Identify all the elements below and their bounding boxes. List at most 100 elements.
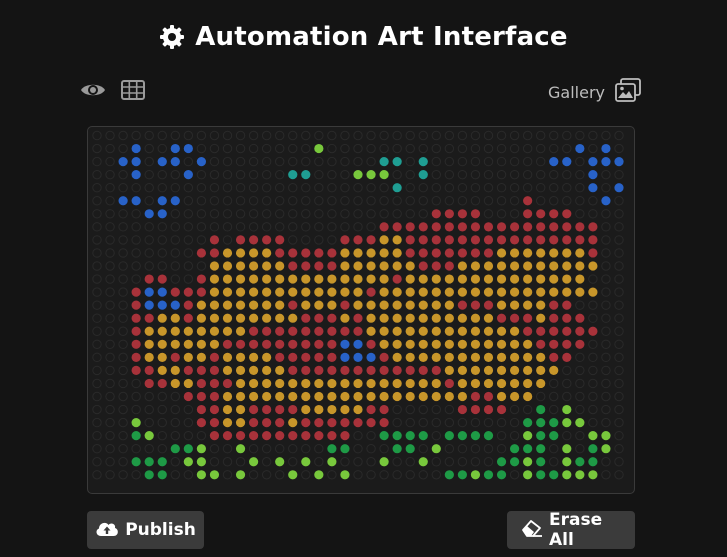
painted-cell[interactable]: [562, 339, 572, 349]
painted-cell[interactable]: [588, 470, 598, 480]
painted-cell[interactable]: [496, 470, 507, 480]
painted-cell[interactable]: [314, 391, 324, 402]
painted-cell[interactable]: [275, 274, 285, 284]
empty-cell[interactable]: [92, 248, 102, 258]
painted-cell[interactable]: [196, 418, 206, 428]
painted-cell[interactable]: [575, 326, 585, 336]
painted-cell[interactable]: [353, 300, 363, 310]
empty-cell[interactable]: [496, 183, 507, 193]
empty-cell[interactable]: [209, 130, 220, 141]
painted-cell[interactable]: [288, 391, 298, 402]
empty-cell[interactable]: [183, 196, 194, 206]
painted-cell[interactable]: [301, 313, 311, 323]
painted-cell[interactable]: [249, 391, 259, 402]
painted-cell[interactable]: [496, 365, 507, 375]
painted-cell[interactable]: [235, 391, 246, 402]
empty-cell[interactable]: [170, 404, 181, 415]
empty-cell[interactable]: [288, 235, 298, 245]
empty-cell[interactable]: [588, 300, 598, 310]
painted-cell[interactable]: [262, 261, 272, 271]
painted-cell[interactable]: [418, 431, 428, 441]
empty-cell[interactable]: [118, 261, 128, 271]
empty-cell[interactable]: [575, 209, 585, 219]
painted-cell[interactable]: [327, 431, 337, 441]
empty-cell[interactable]: [183, 248, 194, 258]
painted-cell[interactable]: [144, 457, 154, 467]
painted-cell[interactable]: [510, 274, 520, 284]
painted-cell[interactable]: [549, 274, 559, 284]
painted-cell[interactable]: [327, 378, 337, 389]
empty-cell[interactable]: [118, 248, 128, 258]
empty-cell[interactable]: [431, 169, 441, 180]
painted-cell[interactable]: [275, 339, 285, 349]
painted-cell[interactable]: [405, 287, 415, 297]
painted-cell[interactable]: [183, 365, 193, 375]
empty-cell[interactable]: [105, 261, 115, 271]
empty-cell[interactable]: [131, 274, 141, 284]
empty-cell[interactable]: [509, 156, 520, 167]
empty-cell[interactable]: [105, 143, 115, 154]
empty-cell[interactable]: [444, 143, 455, 154]
empty-cell[interactable]: [509, 417, 520, 428]
empty-cell[interactable]: [183, 470, 194, 480]
painted-cell[interactable]: [366, 287, 376, 297]
empty-cell[interactable]: [353, 156, 363, 167]
empty-cell[interactable]: [418, 209, 428, 219]
empty-cell[interactable]: [261, 457, 272, 467]
painted-cell[interactable]: [353, 326, 363, 336]
empty-cell[interactable]: [601, 313, 611, 323]
empty-cell[interactable]: [588, 130, 598, 141]
painted-cell[interactable]: [170, 300, 180, 310]
painted-cell[interactable]: [392, 183, 402, 193]
painted-cell[interactable]: [483, 313, 494, 323]
empty-cell[interactable]: [131, 261, 141, 271]
painted-cell[interactable]: [340, 261, 350, 271]
empty-cell[interactable]: [314, 222, 324, 232]
painted-cell[interactable]: [418, 170, 428, 180]
empty-cell[interactable]: [196, 222, 207, 232]
painted-cell[interactable]: [457, 300, 467, 310]
painted-cell[interactable]: [249, 457, 259, 467]
empty-cell[interactable]: [235, 143, 246, 154]
empty-cell[interactable]: [444, 156, 455, 167]
empty-cell[interactable]: [496, 430, 507, 441]
painted-cell[interactable]: [549, 287, 559, 297]
empty-cell[interactable]: [470, 183, 481, 193]
empty-cell[interactable]: [614, 209, 624, 219]
painted-cell[interactable]: [536, 274, 546, 284]
painted-cell[interactable]: [392, 431, 402, 441]
publish-button[interactable]: Publish: [87, 511, 204, 549]
painted-cell[interactable]: [588, 287, 598, 297]
painted-cell[interactable]: [301, 274, 311, 284]
painted-cell[interactable]: [157, 274, 167, 284]
painted-cell[interactable]: [327, 300, 337, 310]
empty-cell[interactable]: [261, 183, 272, 193]
empty-cell[interactable]: [379, 143, 389, 154]
painted-cell[interactable]: [457, 209, 467, 219]
painted-cell[interactable]: [510, 248, 520, 258]
painted-cell[interactable]: [588, 170, 598, 180]
empty-cell[interactable]: [301, 183, 311, 193]
painted-cell[interactable]: [366, 170, 376, 180]
painted-cell[interactable]: [379, 391, 389, 402]
painted-cell[interactable]: [588, 457, 598, 467]
empty-cell[interactable]: [118, 235, 128, 245]
painted-cell[interactable]: [444, 365, 454, 375]
empty-cell[interactable]: [405, 457, 415, 467]
painted-cell[interactable]: [392, 248, 402, 258]
empty-cell[interactable]: [183, 183, 194, 193]
painted-cell[interactable]: [431, 378, 441, 389]
painted-cell[interactable]: [392, 274, 402, 284]
painted-cell[interactable]: [131, 326, 141, 336]
pixel-canvas[interactable]: [87, 126, 635, 494]
empty-cell[interactable]: [536, 183, 546, 193]
painted-cell[interactable]: [549, 235, 559, 245]
empty-cell[interactable]: [105, 209, 115, 219]
empty-cell[interactable]: [562, 378, 572, 389]
painted-cell[interactable]: [170, 196, 180, 206]
empty-cell[interactable]: [431, 470, 441, 480]
painted-cell[interactable]: [431, 261, 441, 271]
painted-cell[interactable]: [510, 457, 520, 467]
empty-cell[interactable]: [614, 222, 624, 232]
painted-cell[interactable]: [118, 157, 128, 167]
